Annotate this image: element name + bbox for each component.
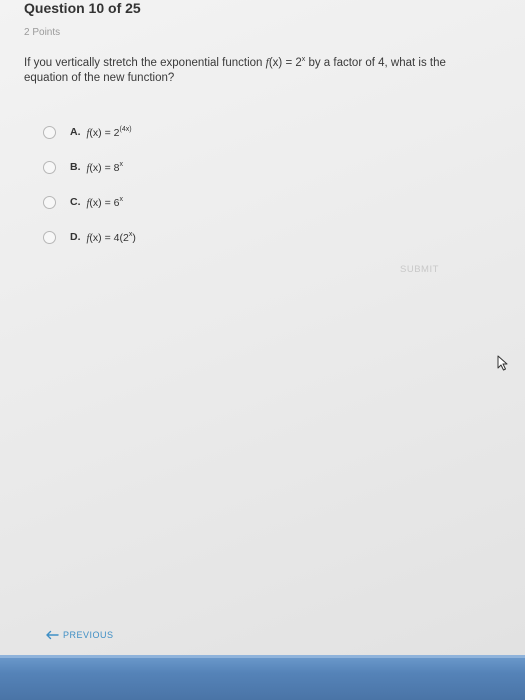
option-letter: D. [70,231,81,243]
option-expression: f(x) = 2(4x) [87,126,132,139]
question-card: Question 10 of 25 2 Points If you vertic… [0,0,525,655]
answer-options: A. f(x) = 2(4x) B. f(x) = 8x C. f(x) = 6… [43,124,136,264]
radio-button[interactable] [43,125,56,139]
previous-label: PREVIOUS [63,630,114,640]
mouse-pointer-icon [497,355,509,376]
option-expression: f(x) = 4(2x) [87,231,136,244]
option-d[interactable]: D. f(x) = 4(2x) [43,229,136,245]
radio-button[interactable] [43,195,56,209]
arrow-left-icon [46,630,59,640]
option-lhs: (x) = 4(2 [89,231,129,244]
submit-button[interactable]: SUBMIT [400,264,439,275]
bottom-bar [0,655,525,700]
option-letter: B. [70,161,81,173]
prompt-function-body: (x) = 2 [268,57,302,69]
question-prompt: If you vertically stretch the exponentia… [24,52,474,86]
question-number: Question 10 of 25 [24,0,141,16]
radio-button[interactable] [43,230,56,244]
previous-button[interactable]: PREVIOUS [45,630,114,640]
prompt-text-start: If you vertically stretch the exponentia… [24,57,266,69]
option-exponent: x [119,160,123,168]
option-tail: ) [132,231,136,244]
option-letter: C. [70,196,81,208]
option-letter: A. [70,126,81,138]
option-exponent: (4x) [119,125,132,133]
option-lhs: (x) = 8 [89,161,120,174]
option-expression: f(x) = 6x [87,196,123,209]
option-b[interactable]: B. f(x) = 8x [43,159,136,175]
points-label: 2 Points [24,27,61,38]
option-lhs: (x) = 6 [89,196,120,209]
option-a[interactable]: A. f(x) = 2(4x) [43,124,136,140]
option-c[interactable]: C. f(x) = 6x [43,194,136,210]
option-exponent: x [119,195,123,203]
option-lhs: (x) = 2 [89,126,120,139]
option-expression: f(x) = 8x [87,161,123,174]
radio-button[interactable] [43,160,56,174]
bottom-bar-edge [0,655,525,658]
